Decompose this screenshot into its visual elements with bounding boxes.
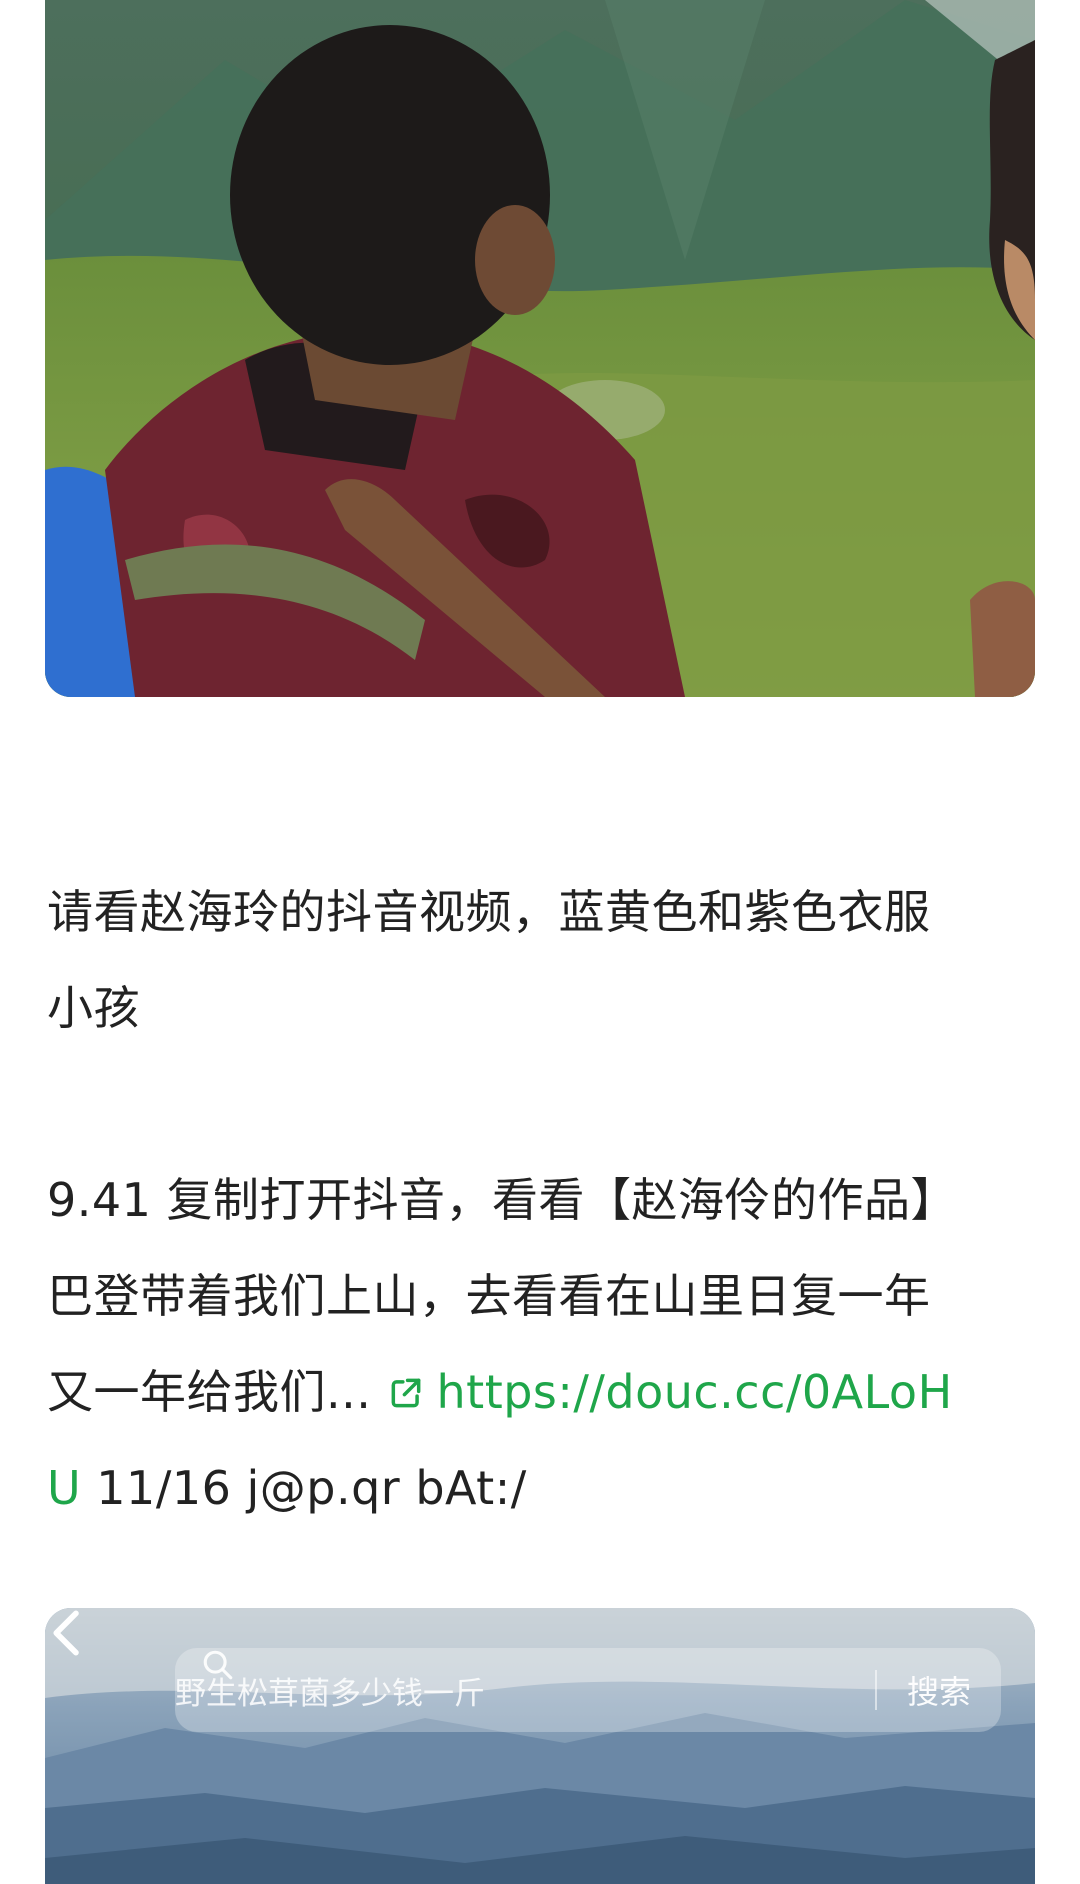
post-text-line: 9.41 复制打开抖音，看看【赵海伶的作品】 [47,1173,958,1227]
magnifier-icon [203,1650,233,1680]
post-text-line: 巴登带着我们上山，去看看在山里日复一年 [47,1269,931,1323]
search-button[interactable]: 搜索 [907,1667,971,1713]
douyin-link[interactable]: https://douc.cc/0ALoH [387,1365,953,1419]
search-placeholder: 野生松茸菌多少钱一斤 [175,1675,485,1712]
external-link-icon [391,1378,420,1408]
post-text-line: 小孩 [47,981,140,1035]
post-text-line-with-link: 又一年给我们... https://douc.cc/0ALoH [47,1344,1037,1440]
search-box[interactable]: 野生松茸菌多少钱一斤 搜索 [175,1648,1001,1732]
search-divider [874,1670,877,1710]
link-text[interactable]: https://douc.cc/0ALoH [437,1365,953,1419]
photo-top-boy-mountain[interactable] [45,0,1035,697]
photo-bottom-embedded-screenshot[interactable]: 野生松茸菌多少钱一斤 搜索 [45,1608,1035,1884]
post-text-line-with-link: U 11/16 j@p.qr bAt:/ [47,1440,1037,1536]
link-text[interactable]: U [47,1461,81,1515]
post-text-line: 请看赵海玲的抖音视频，蓝黄色和紫色衣服 [47,885,931,939]
post-paragraph-1: 请看赵海玲的抖音视频，蓝黄色和紫色衣服 小孩 [47,864,1037,1056]
post-paragraph-2: 9.41 复制打开抖音，看看【赵海伶的作品】 巴登带着我们上山，去看看在山里日复… [47,1152,1037,1536]
post-text-segment: 又一年给我们... [47,1365,372,1419]
douyin-link-continued[interactable]: U [47,1461,81,1515]
post-text-segment: 11/16 j@p.qr bAt:/ [81,1461,527,1515]
chevron-left-icon[interactable] [45,1608,89,1658]
